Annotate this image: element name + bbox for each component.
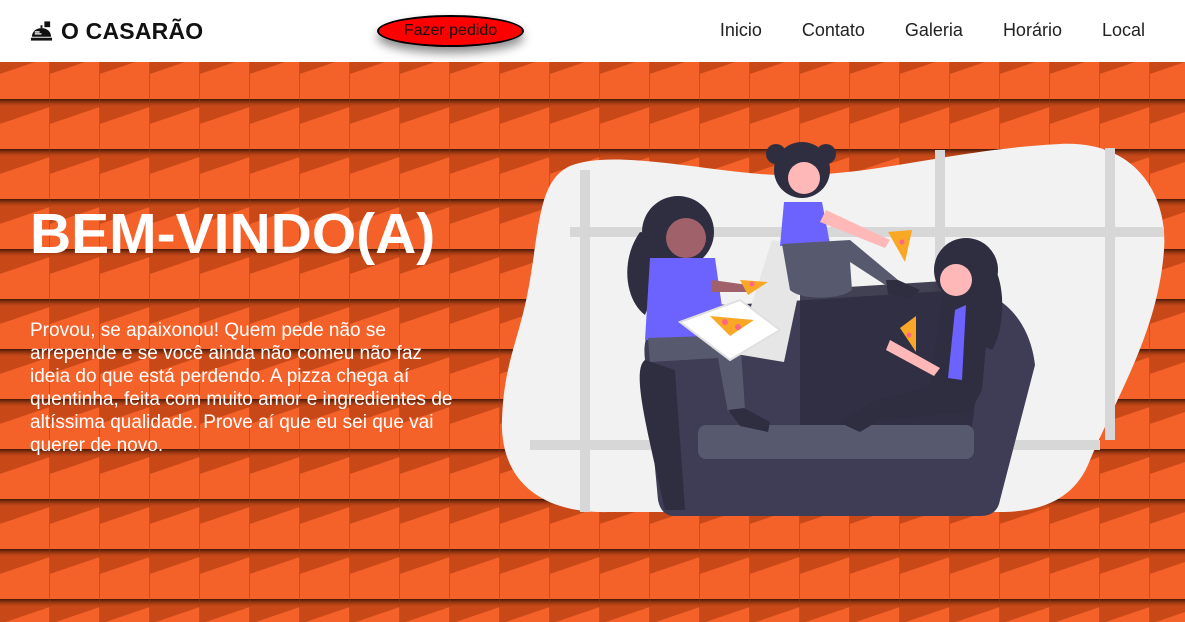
- nav-galeria[interactable]: Galeria: [905, 18, 963, 42]
- brand-name: O CASARÃO: [61, 18, 204, 44]
- women-eating-pizza-on-sofa-illustration: [501, 142, 1165, 516]
- main-nav: Inicio Contato Galeria Horário Local: [720, 18, 1145, 42]
- food-tray-icon: [30, 21, 53, 41]
- site-header: O CASARÃO Fazer pedido Inicio Contato Ga…: [0, 0, 1185, 62]
- hero-title: BEM-VINDO(A): [30, 202, 436, 266]
- nav-contato[interactable]: Contato: [802, 18, 865, 42]
- hero-section: BEM-VINDO(A) Provou, se apaixonou! Quem …: [0, 62, 1185, 622]
- order-button[interactable]: Fazer pedido: [377, 15, 524, 47]
- brand[interactable]: O CASARÃO: [30, 17, 203, 45]
- nav-local[interactable]: Local: [1102, 18, 1145, 42]
- hero-description: Provou, se apaixonou! Quem pede não se a…: [30, 320, 453, 456]
- nav-horario[interactable]: Horário: [1003, 18, 1062, 42]
- nav-inicio[interactable]: Inicio: [720, 18, 762, 42]
